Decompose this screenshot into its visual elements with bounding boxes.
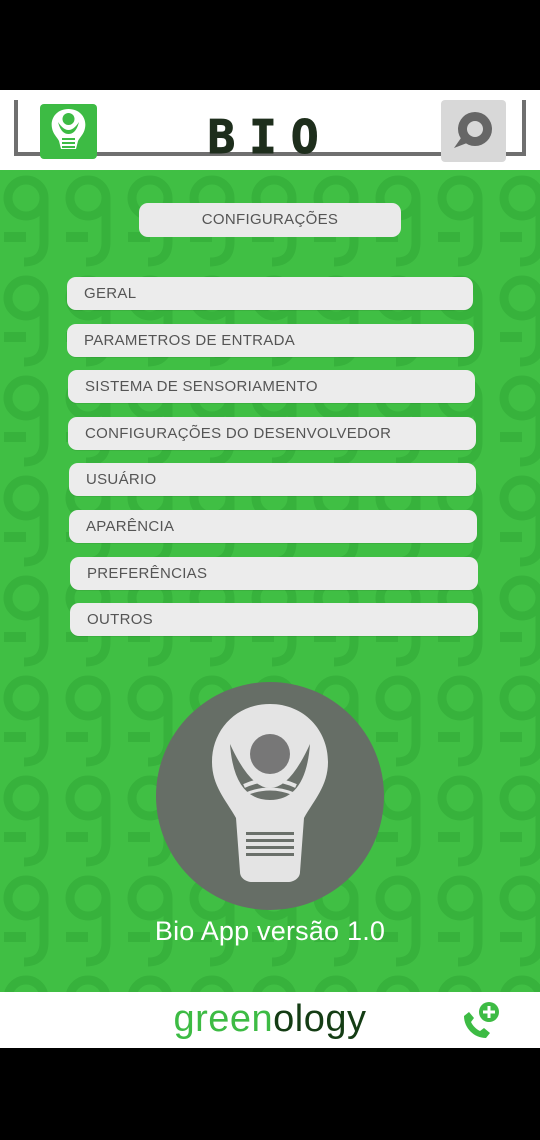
phone-add-icon[interactable] bbox=[458, 998, 504, 1044]
brand-part-green: green bbox=[173, 998, 274, 1040]
menu-item-parametros-de-entrada[interactable]: PARAMETROS DE ENTRADA bbox=[67, 324, 474, 357]
menu-item-outros[interactable]: OUTROS bbox=[70, 603, 478, 636]
status-bar-area bbox=[0, 0, 540, 90]
menu-item-usuario[interactable]: USUÁRIO bbox=[69, 463, 476, 496]
navigation-bar-area bbox=[0, 1048, 540, 1140]
lightbulb-icon bbox=[212, 704, 328, 882]
chat-icon[interactable] bbox=[441, 100, 506, 162]
menu-item-sistema-de-sensoriamento[interactable]: SISTEMA DE SENSORIAMENTO bbox=[68, 370, 475, 403]
app-header: BIO bbox=[0, 90, 540, 170]
menu-item-configuracoes-do-desenvolvedor[interactable]: CONFIGURAÇÕES DO DESENVOLVEDOR bbox=[68, 417, 476, 450]
version-label: Bio App versão 1.0 bbox=[154, 916, 386, 946]
menu-item-aparencia[interactable]: APARÊNCIA bbox=[69, 510, 477, 543]
section-title: CONFIGURAÇÕES bbox=[139, 203, 401, 237]
bio-logo bbox=[156, 682, 384, 910]
menu-item-preferencias[interactable]: PREFERÊNCIAS bbox=[70, 557, 478, 590]
settings-screen: CONFIGURAÇÕES GERAL PARAMETROS DE ENTRAD… bbox=[0, 170, 540, 992]
brand-part-ology: ology bbox=[273, 998, 367, 1040]
menu-item-geral[interactable]: GERAL bbox=[67, 277, 473, 310]
footer: greenology bbox=[0, 992, 540, 1048]
